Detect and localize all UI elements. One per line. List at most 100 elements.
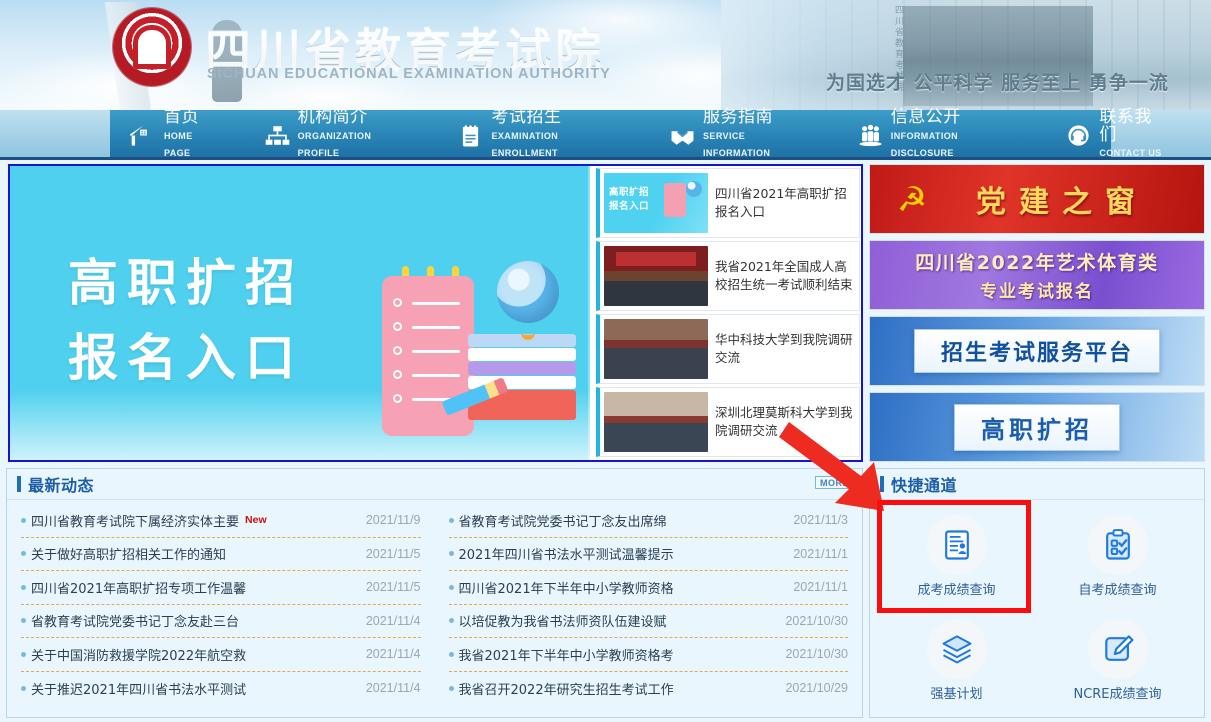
news-item-title: 以培促教为我省书法师资队伍建设赋 [458, 615, 667, 631]
hero-banner-image[interactable]: 高职扩招 报名入口 [10, 166, 590, 460]
news-list-item[interactable]: 我省2021年下半年中小学教师资格考 2021/10/30 [448, 638, 848, 672]
nav-item-organization-profile[interactable]: 机构简介 ORGANIZATION PROFILE [264, 107, 434, 160]
side-banner-list: ☭ 党建之窗 四川省2022年艺术体育类 专业考试报名 招生考试服务平台 高职扩… [869, 164, 1205, 462]
calendar-icon [457, 122, 484, 149]
featured-news-card-list: 高职扩招 报名入口 四川省2021年高职扩招报名入口 我省2021年全国成人高校招… [593, 166, 863, 460]
news-thumbnail: 高职扩招 报名入口 [604, 173, 708, 233]
nav-label-information-disclosure: 信息公开 INFORMATION DISCLOSURE [890, 107, 1024, 160]
news-item-date: 2021/11/4 [365, 647, 421, 662]
quick-link-zikao-score-query[interactable]: 自考成绩查询 [1037, 504, 1198, 608]
hero-line1: 高职扩招 [68, 254, 304, 312]
nav-label-cn: 考试招生 [491, 107, 562, 128]
banner-art-sports-line1: 四川省2022年艺术体育类 [915, 252, 1159, 274]
latest-news-title: 最新动态 [28, 476, 95, 495]
news-item-title: 2021年四川省书法水平测试温馨提示 [458, 548, 674, 564]
bullet-icon [448, 584, 454, 590]
org-chart-icon [264, 122, 291, 149]
news-list-item[interactable]: 四川省教育考试院下属经济实体主要 New 2021/11/9 [21, 504, 421, 538]
nav-left-edge [0, 110, 110, 160]
page-content: 高职扩招 报名入口 高职扩招 报名入口 四川省2021年高职扩招报名入口 我省2… [0, 160, 1211, 722]
news-column-right: 省教育考试院党委书记丁念友出席绵 2021/11/3 2021年四川省书法水平测试… [435, 504, 863, 705]
quick-link-chengkao-score-query[interactable]: 成考成绩查询 [876, 504, 1037, 608]
news-column-left: 四川省教育考试院下属经济实体主要 New 2021/11/9 关于做好高职扩招相关工… [7, 504, 435, 705]
news-list-item[interactable]: 以培促教为我省书法师资队伍建设赋 2021/10/30 [448, 605, 848, 638]
banner-enrollment-service-platform[interactable]: 招生考试服务平台 [869, 316, 1205, 386]
news-list-item[interactable]: 我省召开2022年研究生招生考试工作 2021/10/29 [448, 672, 848, 706]
nav-item-list: 首页 HOME PAGE 机构简介 ORGANIZATION PROFILE 考… [128, 106, 1211, 161]
news-item-date: 2021/11/4 [365, 681, 421, 696]
news-item-date: 2021/10/29 [785, 681, 848, 696]
new-badge: New [245, 514, 267, 527]
bullet-icon [21, 517, 26, 523]
bullet-icon [448, 517, 454, 523]
layers-icon [926, 618, 987, 679]
nav-label-contact-us: 联系我们 CONTACT US [1099, 106, 1169, 161]
home-icon [128, 122, 157, 149]
more-news-button[interactable]: MORE [815, 476, 854, 489]
quick-link-label: 强基计划 [930, 686, 983, 702]
thumb-text-line2: 报名入口 [609, 201, 650, 213]
news-list-item[interactable]: 四川省2021年下半年中小学教师资格 2021/11/1 [448, 571, 848, 605]
hero-globe-graphic [497, 261, 559, 340]
news-list-item[interactable]: 2021年四川省书法水平测试温馨提示 2021/11/1 [448, 538, 848, 571]
bullet-icon [448, 651, 454, 657]
latest-news-panel: 最新动态 MORE 四川省教育考试院下属经济实体主要 New 2021/11/9 关… [6, 468, 863, 718]
site-header: 四川省教育考试院 四川省教育考试院 SICHUAN EDUCATIONAL EX… [0, 0, 1211, 110]
nav-item-service-information[interactable]: 服务指南 SERVICE INFORMATION [669, 108, 833, 160]
news-item-date: 2021/11/5 [365, 546, 421, 561]
news-item-title: 我省2021年下半年中小学教师资格考 [458, 648, 674, 664]
thumb-text-line1: 高职扩招 [609, 187, 650, 198]
hero-right-edge [588, 166, 590, 460]
news-list-item[interactable]: 省教育考试院党委书记丁念友赴三台 2021/11/4 [21, 605, 421, 638]
hero-line2: 报名入口 [68, 329, 304, 387]
news-item-title: 我省召开2022年研究生招生考试工作 [458, 682, 674, 698]
news-item-date: 2021/11/5 [365, 580, 421, 595]
nav-label-cn: 联系我们 [1099, 106, 1152, 145]
news-item-title: 四川省教育考试院下属经济实体主要 [31, 514, 240, 530]
news-thumbnail [604, 319, 708, 379]
news-item-date: 2021/11/9 [365, 513, 421, 528]
banner-party-building[interactable]: ☭ 党建之窗 [869, 164, 1205, 234]
header-accent-bar [880, 476, 884, 492]
bullet-icon [21, 651, 26, 657]
quick-access-grid: 成考成绩查询 自考成绩查询 强基计划 NCRE成绩查询 [870, 500, 1204, 718]
nav-label-cn: 信息公开 [890, 107, 961, 128]
nav-item-contact-us[interactable]: 联系我们 CONTACT US [1065, 106, 1187, 161]
bullet-icon [21, 551, 26, 557]
bullet-icon [448, 551, 454, 557]
featured-news-card[interactable]: 华中科技大学到我院调研交流 [596, 314, 860, 384]
news-item-title: 关于做好高职扩招相关工作的通知 [31, 548, 227, 564]
news-item-date: 2021/11/3 [793, 513, 848, 528]
news-list-item[interactable]: 关于推迟2021年四川省书法水平测试 2021/11/4 [21, 672, 421, 706]
banner-party-building-label: 党建之窗 [976, 185, 1148, 220]
featured-news-card[interactable]: 深圳北理莫斯科大学到我院调研交流 [596, 387, 860, 457]
news-item-date: 2021/11/1 [793, 580, 848, 595]
news-list-item[interactable]: 四川省2021年高职扩招专项工作温馨 2021/11/5 [21, 571, 421, 605]
handshake-icon [669, 122, 696, 149]
news-list-item[interactable]: 关于中国消防救援学院2022年航空救 2021/11/4 [21, 638, 421, 672]
news-list-item[interactable]: 省教育考试院党委书记丁念友出席绵 2021/11/3 [448, 504, 848, 538]
quick-link-qiangji-plan[interactable]: 强基计划 [876, 608, 1037, 712]
featured-news-card[interactable]: 高职扩招 报名入口 四川省2021年高职扩招报名入口 [596, 168, 860, 238]
headset-icon [1065, 122, 1092, 149]
banner-vocational-expansion[interactable]: 高职扩招 [869, 392, 1205, 462]
sichuan-eea-seal-logo[interactable] [113, 8, 191, 86]
nav-item-examination-enrollment[interactable]: 考试招生 EXAMINATION ENROLLMENT [457, 107, 645, 160]
news-list-item[interactable]: 关于做好高职扩招相关工作的通知 2021/11/5 [21, 538, 421, 571]
nav-label-home: 首页 HOME PAGE [164, 108, 222, 160]
banner-art-sports-exam[interactable]: 四川省2022年艺术体育类 专业考试报名 [869, 240, 1205, 310]
featured-news-card[interactable]: 我省2021年全国成人高校招生统一考试顺利结束 [596, 241, 860, 311]
people-icon [857, 122, 884, 149]
banner-art-sports-line2: 专业考试报名 [980, 282, 1094, 302]
main-navigation: 首页 HOME PAGE 机构简介 ORGANIZATION PROFILE 考… [0, 106, 1211, 161]
bullet-icon [21, 584, 26, 590]
bullet-icon [21, 685, 26, 691]
hero-notepad-graphic [382, 276, 474, 436]
quick-link-label: NCRE成绩查询 [1073, 686, 1162, 702]
nav-item-home[interactable]: 首页 HOME PAGE [128, 108, 240, 160]
nav-label-cn: 机构简介 [297, 107, 368, 128]
quick-link-ncre-score-query[interactable]: NCRE成绩查询 [1037, 608, 1198, 712]
banner-vocational-expansion-label: 高职扩招 [954, 403, 1120, 451]
nav-item-information-disclosure[interactable]: 信息公开 INFORMATION DISCLOSURE [857, 107, 1042, 160]
site-slogan: 为国选才 公平科学 服务至上 勇争一流 [826, 72, 1169, 94]
